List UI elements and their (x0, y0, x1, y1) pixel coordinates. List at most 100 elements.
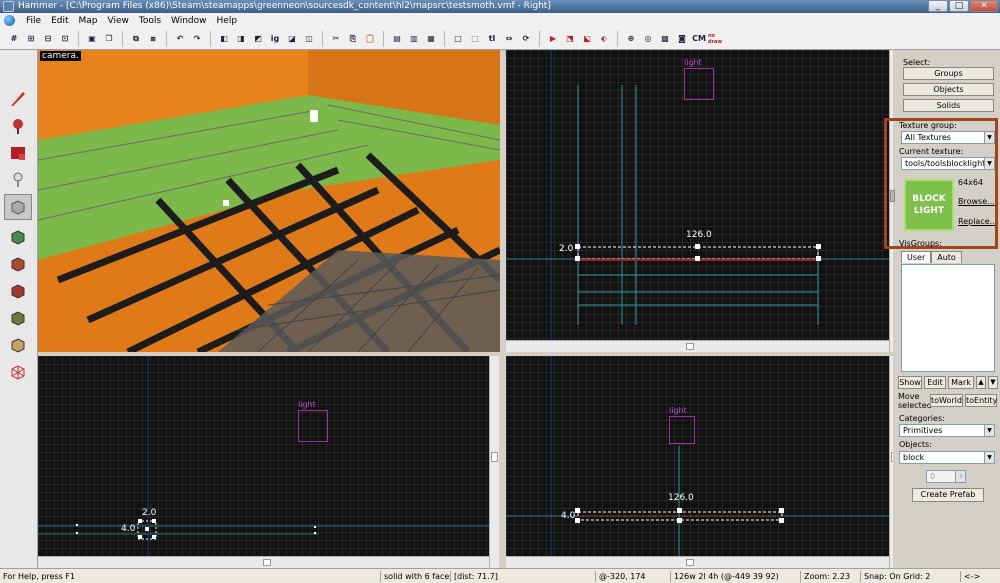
window-title: Hammer - [C:\Program Files (x86)\Steam\s… (18, 1, 551, 11)
hide-icon[interactable]: ▦ (423, 31, 439, 47)
visgroups-list[interactable] (901, 264, 995, 372)
entity-tool[interactable] (4, 167, 32, 193)
horizontal-scrollbar-bottom-left[interactable] (38, 556, 489, 568)
minimize-button[interactable]: _ (928, 0, 948, 12)
viewport-bottom-left[interactable]: light 2.0 4.0 (38, 356, 489, 568)
faces-value: 0 (930, 472, 936, 481)
copy-icon[interactable]: ⎘ (345, 31, 361, 47)
wireframe-icon[interactable]: ⬚ (467, 31, 483, 47)
viewport-bottom-right[interactable]: light 126.0 4.0 (506, 356, 889, 568)
camera-tool[interactable] (4, 140, 32, 166)
to-entity-button[interactable]: toEntity (965, 394, 997, 407)
paste-icon[interactable]: 📋 (362, 31, 378, 47)
menu-edit[interactable]: Edit (46, 16, 73, 26)
carve-icon[interactable]: ▣ (84, 31, 100, 47)
texture-preview[interactable]: BLOCK LIGHT (904, 179, 954, 231)
close-button[interactable]: ✕ (970, 0, 998, 12)
categories-select[interactable]: Primitives ▼ (899, 424, 995, 437)
solids-button[interactable]: Solids (903, 99, 994, 112)
decal-tool[interactable] (4, 278, 32, 304)
texture-tool[interactable] (4, 224, 32, 250)
ig-button[interactable]: ig (267, 31, 283, 47)
light-entity-bottom-left[interactable] (298, 410, 328, 442)
quick-hide-icon[interactable]: ⬕ (579, 31, 595, 47)
light-entity-bottom-right[interactable] (669, 416, 695, 444)
flip-icon[interactable]: ⇔ (501, 31, 517, 47)
group-icon[interactable]: ⧉ (128, 31, 144, 47)
autovis-icon[interactable]: ⬖ (596, 31, 612, 47)
run-map-icon[interactable]: ▶ (545, 31, 561, 47)
faces-stepper[interactable]: 0 ⇕ (926, 470, 966, 483)
viewport-top-right[interactable]: light 126.0 2.0 (506, 50, 889, 352)
horizontal-scrollbar-bottom-right[interactable] (506, 556, 889, 568)
apply-texture-tool[interactable] (4, 251, 32, 277)
magnify-tool[interactable] (4, 113, 32, 139)
menu-view[interactable]: View (103, 16, 134, 26)
light-entity[interactable] (684, 68, 714, 100)
cut-icon[interactable]: ✂ (328, 31, 344, 47)
cubemap-icon[interactable]: ⊕ (623, 31, 639, 47)
texture-scale-icon[interactable]: ▥ (406, 31, 422, 47)
grid-icon[interactable]: # (6, 31, 22, 47)
main-toolbar: # ⊞ ⊟ ⊡ ▣ ❐ ⧉ ⧈ ↶ ↷ ◧ ◨ ◩ ig ◪ ◫ ✂ ⎘ 📋 ▤… (0, 28, 1000, 50)
cm-button[interactable]: CM (691, 31, 707, 47)
vertex-tool[interactable] (4, 359, 32, 385)
to-world-button[interactable]: toWorld (930, 394, 963, 407)
vertical-scrollbar-bottom-left[interactable] (489, 356, 499, 568)
target-icon[interactable]: ◎ (640, 31, 656, 47)
redo-icon[interactable]: ↷ (189, 31, 205, 47)
tab-user[interactable]: User (901, 251, 932, 263)
undo-icon[interactable]: ↶ (172, 31, 188, 47)
move-selected-line2: selected (898, 401, 932, 410)
tl-button[interactable]: tl (484, 31, 500, 47)
overlay-tool[interactable] (4, 305, 32, 331)
grid-toggle-icon[interactable]: ▩ (657, 31, 673, 47)
arrow-down-icon[interactable]: ▼ (988, 376, 998, 389)
clip-icon[interactable]: ◨ (233, 31, 249, 47)
maximize-button[interactable]: □ (949, 0, 969, 12)
block-tool-icon (11, 200, 25, 215)
texture-side-handle[interactable] (890, 190, 895, 202)
camera-icon[interactable]: ◙ (674, 31, 690, 47)
texture-size: 64x64 (958, 178, 984, 187)
horizontal-scrollbar[interactable] (506, 340, 889, 352)
menu-window[interactable]: Window (166, 16, 212, 26)
texture-lock-icon[interactable]: ▤ (389, 31, 405, 47)
selection-tool[interactable] (4, 86, 32, 112)
replace-button[interactable]: Replace... (958, 216, 997, 229)
grid-smaller-icon[interactable]: ⊞ (23, 31, 39, 47)
edit-button[interactable]: Edit (924, 376, 946, 389)
no-draw-button[interactable]: no draw (708, 31, 730, 47)
objects-button[interactable]: Objects (903, 83, 994, 96)
hollow-icon[interactable]: ◧ (216, 31, 232, 47)
objects-select[interactable]: block ▼ (899, 451, 995, 464)
entity-report-icon[interactable]: ◪ (284, 31, 300, 47)
arrow-up-icon[interactable]: ▲ (976, 376, 986, 389)
current-texture-select[interactable]: tools/toolsblocklight ▼ (901, 157, 995, 170)
globe-icon[interactable] (4, 15, 15, 26)
box-select-icon[interactable]: □ (450, 31, 466, 47)
tab-auto[interactable]: Auto (931, 251, 962, 263)
ungroup-icon[interactable]: ⧈ (145, 31, 161, 47)
mark-button[interactable]: Mark (948, 376, 974, 389)
groups-button[interactable]: Groups (903, 67, 994, 80)
menu-tools[interactable]: Tools (134, 16, 166, 26)
clipping-tool[interactable] (4, 332, 32, 358)
move-selected-line1: Move (898, 392, 920, 401)
camera-viewport[interactable]: camera. (38, 50, 500, 352)
create-prefab-button[interactable]: Create Prefab (912, 488, 984, 502)
grid-larger-icon[interactable]: ⊟ (40, 31, 56, 47)
texture-group-select[interactable]: All Textures ▼ (901, 131, 995, 144)
cordon-icon[interactable]: ⬔ (562, 31, 578, 47)
rotate-icon[interactable]: ⟳ (518, 31, 534, 47)
menu-help[interactable]: Help (212, 16, 243, 26)
show-button[interactable]: Show (898, 376, 922, 389)
menu-map[interactable]: Map (74, 16, 103, 26)
vertex-icon[interactable]: ◩ (250, 31, 266, 47)
menu-file[interactable]: File (21, 16, 46, 26)
copy-layers-icon[interactable]: ❐ (101, 31, 117, 47)
check-problems-icon[interactable]: ◫ (301, 31, 317, 47)
browse-button[interactable]: Browse... (958, 196, 995, 209)
snap-icon[interactable]: ⊡ (57, 31, 73, 47)
block-tool[interactable] (4, 194, 32, 220)
